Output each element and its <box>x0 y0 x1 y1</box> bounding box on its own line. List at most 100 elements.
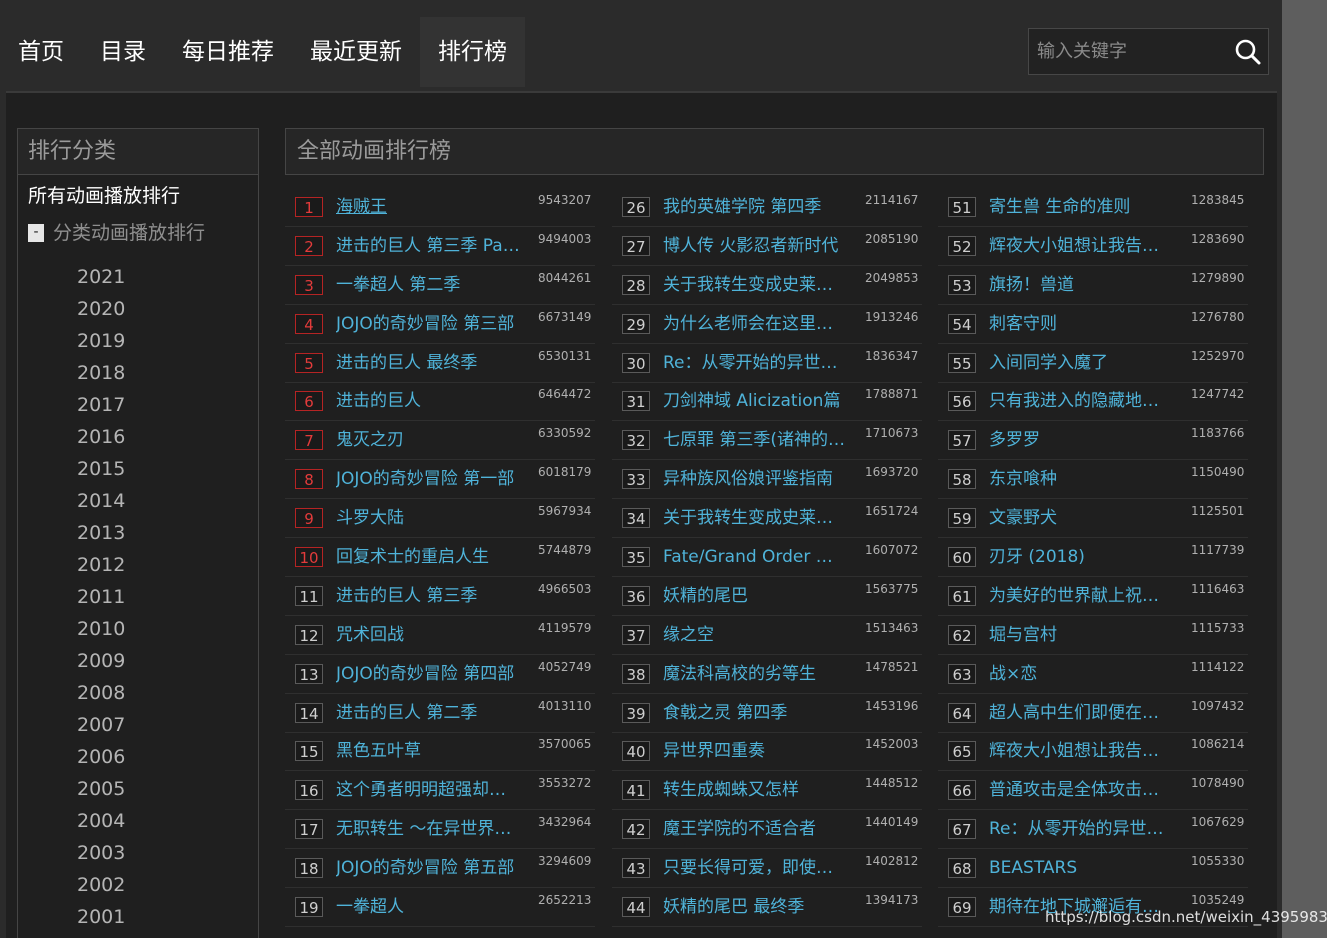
year-item[interactable]: 2014 <box>18 485 258 517</box>
anime-title-link[interactable]: 黑色五叶草 <box>336 738 521 764</box>
anime-title-link[interactable]: 无职转生 ～在异世界认真地活下去～ <box>336 816 521 842</box>
anime-title-link[interactable]: 入间同学入魔了 <box>989 350 1174 376</box>
play-count: 2652213 <box>538 893 592 908</box>
year-item[interactable]: 2021 <box>18 261 258 293</box>
anime-title-link[interactable]: 刺客守则 <box>989 311 1174 337</box>
anime-title-link[interactable]: 我的英雄学院 第四季 <box>663 194 848 220</box>
anime-title-link[interactable]: 关于我转生变成史莱姆这档事 第二季 <box>663 505 848 531</box>
anime-title-link[interactable]: 一拳超人 第二季 <box>336 272 521 298</box>
year-item[interactable]: 2010 <box>18 613 258 645</box>
anime-title-link[interactable]: 辉夜大小姐想让我告白～天才们的恋爱头脑战～ <box>989 233 1174 259</box>
anime-title-link[interactable]: 魔法科高校的劣等生 <box>663 661 848 687</box>
anime-title-link[interactable]: 超人高中生们即便在异世界也能从容生存！ <box>989 700 1174 726</box>
anime-title-link[interactable]: 魔王学院的不适合者 <box>663 816 848 842</box>
anime-title-link[interactable]: 博人传 火影忍者新时代 <box>663 233 848 259</box>
anime-title-link[interactable]: 文豪野犬 <box>989 505 1174 531</box>
anime-title-link[interactable]: Fate/Grand Order 绝对魔兽战线 <box>663 544 848 570</box>
ranking-column: 26 我的英雄学院 第四季 2114167 27 博人传 火影忍者新时代 2085190 2… <box>612 189 922 928</box>
anime-title-link[interactable]: BEASTARS <box>989 855 1174 881</box>
anime-title-link[interactable]: 妖精的尾巴 <box>663 583 848 609</box>
anime-title-link[interactable]: 战×恋 <box>989 661 1174 687</box>
play-count: 1283845 <box>1191 193 1245 207</box>
anime-title-link[interactable]: JOJO的奇妙冒险 第三部 <box>336 311 521 337</box>
anime-title-link[interactable]: 这个勇者明明超强却过分慎重 <box>336 777 521 803</box>
anime-title-link[interactable]: 堀与宫村 <box>989 622 1174 648</box>
search-input[interactable] <box>1029 29 1225 74</box>
anime-title-link[interactable]: Re：从零开始的异世界生活 <box>663 350 848 376</box>
anime-title-link[interactable]: 东京喰种 <box>989 466 1174 492</box>
anime-title-link[interactable]: 回复术士的重启人生 <box>336 544 521 570</box>
anime-title-link[interactable]: Re：从零开始的异世界生活 第二季 <box>989 816 1174 842</box>
anime-title-link[interactable]: 进击的巨人 第三季 Part.2 <box>336 233 521 259</box>
nav-catalog[interactable]: 目录 <box>82 17 164 87</box>
year-item[interactable]: 2018 <box>18 357 258 389</box>
year-item[interactable]: 2005 <box>18 773 258 805</box>
anime-title-link[interactable]: 异世界四重奏 <box>663 738 848 764</box>
ranking-row: 52 辉夜大小姐想让我告白～天才们的恋爱头脑战～ 1283690 <box>938 228 1248 266</box>
anime-title-link[interactable]: 多罗罗 <box>989 427 1174 453</box>
year-item[interactable]: 2001 <box>18 901 258 933</box>
category-ranking-label: 分类动画播放排行 <box>53 222 206 244</box>
anime-title-link[interactable]: 鬼灭之刃 <box>336 427 521 453</box>
year-item[interactable]: 2020 <box>18 293 258 325</box>
year-item[interactable]: 2009 <box>18 645 258 677</box>
anime-title-link[interactable]: 进击的巨人 第三季 <box>336 583 521 609</box>
year-item[interactable]: 2003 <box>18 837 258 869</box>
year-item[interactable]: 2002 <box>18 869 258 901</box>
year-item[interactable]: 2015 <box>18 453 258 485</box>
anime-title-link[interactable]: 转生成蜘蛛又怎样 <box>663 777 848 803</box>
year-item[interactable]: 2017 <box>18 389 258 421</box>
anime-title-link[interactable]: 妖精的尾巴 最终季 <box>663 894 848 920</box>
play-count: 1035249 <box>1191 893 1245 908</box>
anime-title-link[interactable]: 斗罗大陆 <box>336 505 521 531</box>
year-item[interactable]: 2012 <box>18 549 258 581</box>
collapse-icon[interactable]: - <box>28 224 44 242</box>
ranking-row: 13 JOJO的奇妙冒险 第四部 4052749 <box>285 656 595 694</box>
anime-title-link[interactable]: 为美好的世界献上祝福！ <box>989 583 1174 609</box>
anime-title-link[interactable]: 七原罪 第三季(诸神的逆鳞) <box>663 427 848 453</box>
year-item[interactable]: 2004 <box>18 805 258 837</box>
anime-title-link[interactable]: 刀剑神域 Alicization篇 <box>663 388 848 414</box>
play-count: 1183766 <box>1191 426 1245 441</box>
anime-title-link[interactable]: JOJO的奇妙冒险 第五部 <box>336 855 521 881</box>
anime-title-link[interactable]: 只有我进入的隐藏地下城 <box>989 388 1174 414</box>
search-icon[interactable] <box>1234 38 1262 66</box>
ranking-row: 7 鬼灭之刃 6330592 <box>285 422 595 461</box>
anime-title-link[interactable]: 关于我转生变成史莱姆这档事 <box>663 272 848 298</box>
anime-title-link[interactable]: 普通攻击是全体攻击而且能二次攻击的妈妈你喜欢吗？ <box>989 777 1174 803</box>
nav-recent-updates[interactable]: 最近更新 <box>292 17 420 87</box>
anime-title-link[interactable]: 一拳超人 <box>336 894 521 920</box>
anime-title-link[interactable]: 咒术回战 <box>336 622 521 648</box>
nav-daily-recommend[interactable]: 每日推荐 <box>164 17 292 87</box>
ranking-row: 63 战×恋 1114122 <box>938 656 1248 694</box>
year-item[interactable]: 2016 <box>18 421 258 453</box>
year-item[interactable]: 2011 <box>18 581 258 613</box>
nav-home[interactable]: 首页 <box>0 17 82 87</box>
anime-title-link[interactable]: JOJO的奇妙冒险 第一部 <box>336 466 521 492</box>
anime-title-link[interactable]: 刃牙 (2018) <box>989 544 1174 570</box>
year-item[interactable]: 2019 <box>18 325 258 357</box>
all-anime-ranking-link[interactable]: 所有动画播放排行 <box>18 175 258 215</box>
anime-title-link[interactable]: 异种族风俗娘评鉴指南 <box>663 466 848 492</box>
anime-title-link[interactable]: 海贼王 <box>336 194 521 220</box>
year-item[interactable]: 2013 <box>18 517 258 549</box>
nav-ranking[interactable]: 排行榜 <box>420 17 525 87</box>
year-item[interactable]: 2006 <box>18 741 258 773</box>
ranking-row: 30 Re：从零开始的异世界生活 1836347 <box>612 345 922 383</box>
anime-title-link[interactable]: 进击的巨人 <box>336 388 521 414</box>
anime-title-link[interactable]: 只要长得可爱，即使是变态你也喜欢吗 <box>663 855 848 881</box>
year-item[interactable]: 2008 <box>18 677 258 709</box>
anime-title-link[interactable]: 食戟之灵 第四季 <box>663 700 848 726</box>
anime-title-link[interactable]: 缘之空 <box>663 622 848 648</box>
category-ranking-toggle[interactable]: - 分类动画播放排行 <box>18 215 258 251</box>
anime-title-link[interactable]: 寄生兽 生命的准则 <box>989 194 1174 220</box>
ranking-row: 4 JOJO的奇妙冒险 第三部 6673149 <box>285 306 595 344</box>
year-item[interactable]: 2007 <box>18 709 258 741</box>
anime-title-link[interactable]: 旗扬！兽道 <box>989 272 1174 298</box>
anime-title-link[interactable]: 为什么老师会在这里！？ <box>663 311 848 337</box>
anime-title-link[interactable]: 进击的巨人 第二季 <box>336 700 521 726</box>
rank-number: 34 <box>622 508 650 529</box>
anime-title-link[interactable]: 辉夜大小姐想让我告白？～天才们的恋爱头脑战～ <box>989 738 1174 764</box>
anime-title-link[interactable]: 进击的巨人 最终季 <box>336 350 521 376</box>
anime-title-link[interactable]: JOJO的奇妙冒险 第四部 <box>336 661 521 687</box>
